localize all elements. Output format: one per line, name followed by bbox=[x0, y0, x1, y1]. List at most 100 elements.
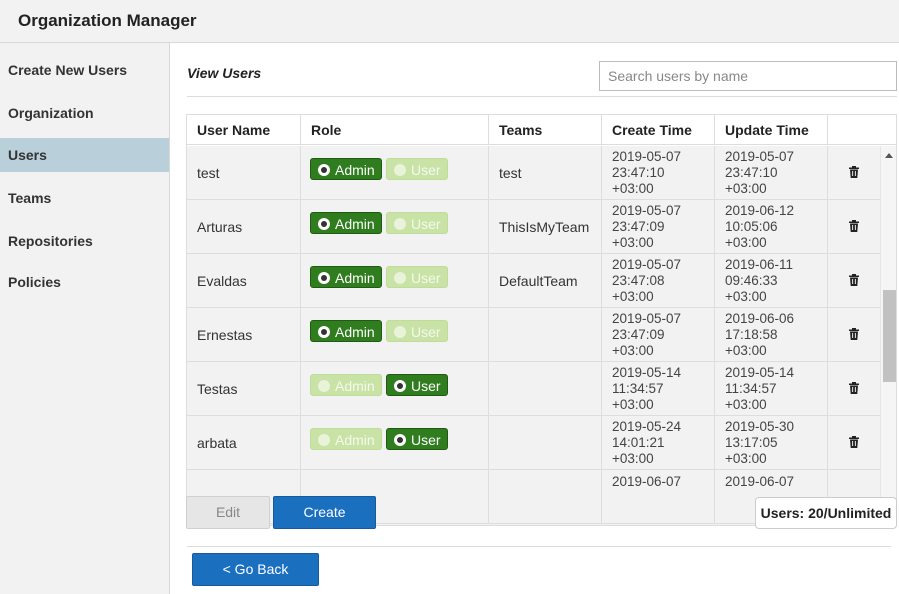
sidebar-item-users[interactable]: Users bbox=[0, 138, 169, 172]
create-time-cell: 2019-05-07 23:47:10 +03:00 bbox=[602, 146, 715, 200]
role-cell: Admin User bbox=[301, 146, 489, 200]
table-row[interactable]: arbata Admin User 2019-05-24 14:01:21 +03:00 2… bbox=[187, 416, 880, 470]
create-time-line: 2019-05-07 bbox=[612, 257, 682, 272]
divider bbox=[187, 96, 897, 97]
create-time-line: 2019-05-24 bbox=[612, 419, 682, 434]
toggle-label: User bbox=[411, 432, 441, 448]
user-name-cell: Testas bbox=[187, 362, 301, 416]
app-title: Organization Manager bbox=[18, 11, 197, 30]
toggle-label: User bbox=[411, 216, 441, 232]
toggle-label: User bbox=[411, 378, 441, 394]
sidebar-item-organization[interactable]: Organization bbox=[0, 96, 169, 130]
toggle-label: Admin bbox=[335, 432, 375, 448]
column-header-role[interactable]: Role bbox=[301, 115, 489, 145]
sidebar-item-teams[interactable]: Teams bbox=[0, 181, 169, 215]
user-name-cell: arbata bbox=[187, 416, 301, 470]
trash-icon[interactable] bbox=[849, 382, 859, 394]
update-time-line: 2019-06-11 bbox=[725, 257, 794, 272]
create-time-line: +03:00 bbox=[612, 289, 654, 304]
update-time-cell: 2019-05-14 11:34:57 +03:00 bbox=[715, 362, 828, 416]
update-time-cell: 2019-06-06 17:18:58 +03:00 bbox=[715, 308, 828, 362]
update-time-line: +03:00 bbox=[725, 235, 767, 250]
role-cell: Admin User bbox=[301, 362, 489, 416]
create-button[interactable]: Create bbox=[273, 496, 376, 529]
create-time-line: 2019-06-07 bbox=[612, 474, 682, 489]
column-header-teams[interactable]: Teams bbox=[489, 115, 602, 145]
update-time-cell: 2019-05-07 23:47:10 +03:00 bbox=[715, 146, 828, 200]
role-cell: Admin User bbox=[301, 200, 489, 254]
sidebar-item-create-new-users[interactable]: Create New Users bbox=[0, 53, 169, 87]
trash-icon[interactable] bbox=[849, 166, 859, 178]
column-header-user-name[interactable]: User Name bbox=[187, 115, 301, 145]
toggle-label: Admin bbox=[335, 162, 375, 178]
table-row[interactable]: test Admin User test 2019-05-07 23:47:10 +03:0… bbox=[187, 146, 880, 200]
main-panel: View Users User Name Role Teams Create T… bbox=[171, 43, 899, 594]
role-admin-toggle[interactable]: Admin bbox=[310, 374, 382, 396]
column-header-create-time[interactable]: Create Time bbox=[602, 115, 715, 145]
role-user-toggle[interactable]: User bbox=[386, 212, 448, 234]
radio-icon bbox=[394, 434, 406, 446]
role-admin-toggle[interactable]: Admin bbox=[310, 158, 382, 180]
radio-icon bbox=[394, 326, 406, 338]
table-row[interactable]: Testas Admin User 2019-05-14 11:34:57 +03:00 2… bbox=[187, 362, 880, 416]
create-time-cell: 2019-05-07 23:47:09 +03:00 bbox=[602, 308, 715, 362]
update-time-line: 23:47:10 bbox=[725, 165, 778, 180]
sidebar-item-policies[interactable]: Policies bbox=[0, 265, 169, 299]
update-time-line: +03:00 bbox=[725, 289, 767, 304]
radio-icon bbox=[318, 434, 330, 446]
role-admin-toggle[interactable]: Admin bbox=[310, 266, 382, 288]
trash-icon[interactable] bbox=[849, 328, 859, 340]
search-input[interactable] bbox=[599, 61, 897, 91]
scrollbar-thumb[interactable] bbox=[883, 290, 896, 382]
edit-button[interactable]: Edit bbox=[186, 496, 270, 529]
radio-icon bbox=[318, 164, 330, 176]
radio-icon bbox=[318, 326, 330, 338]
update-time-line: 10:05:06 bbox=[725, 219, 778, 234]
teams-cell: test bbox=[489, 146, 602, 200]
radio-icon bbox=[394, 272, 406, 284]
table-row[interactable]: Evaldas Admin User DefaultTeam 2019-05-07 23:… bbox=[187, 254, 880, 308]
role-user-toggle[interactable]: User bbox=[386, 266, 448, 288]
role-admin-toggle[interactable]: Admin bbox=[310, 212, 382, 234]
trash-icon[interactable] bbox=[849, 274, 859, 286]
go-back-button[interactable]: < Go Back bbox=[192, 553, 319, 586]
teams-cell bbox=[489, 362, 602, 416]
table-row[interactable]: Ernestas Admin User 2019-05-07 23:47:09 +03:0… bbox=[187, 308, 880, 362]
user-name-cell: test bbox=[187, 146, 301, 200]
role-admin-toggle[interactable]: Admin bbox=[310, 320, 382, 342]
sidebar-item-repositories[interactable]: Repositories bbox=[0, 224, 169, 258]
update-time-cell: 2019-05-30 13:17:05 +03:00 bbox=[715, 416, 828, 470]
trash-icon[interactable] bbox=[849, 220, 859, 232]
create-time-line: 11:34:57 bbox=[612, 381, 664, 396]
create-time-line: +03:00 bbox=[612, 235, 654, 250]
toggle-label: Admin bbox=[335, 324, 375, 340]
table-row[interactable]: Arturas Admin User ThisIsMyTeam 2019-05-07 23… bbox=[187, 200, 880, 254]
toggle-label: User bbox=[411, 270, 441, 286]
user-name-cell: Arturas bbox=[187, 200, 301, 254]
toggle-label: Admin bbox=[335, 270, 375, 286]
role-user-toggle[interactable]: User bbox=[386, 428, 448, 450]
role-user-toggle[interactable]: User bbox=[386, 158, 448, 180]
radio-icon bbox=[394, 380, 406, 392]
create-time-cell: 2019-05-14 11:34:57 +03:00 bbox=[602, 362, 715, 416]
table-scrollbar[interactable] bbox=[880, 146, 896, 525]
update-time-line: +03:00 bbox=[725, 343, 767, 358]
trash-icon[interactable] bbox=[849, 436, 859, 448]
role-cell: Admin User bbox=[301, 416, 489, 470]
role-admin-toggle[interactable]: Admin bbox=[310, 428, 382, 450]
create-time-line: +03:00 bbox=[612, 451, 654, 466]
user-name-cell: Ernestas bbox=[187, 308, 301, 362]
scroll-up-icon[interactable] bbox=[885, 153, 893, 158]
update-time-line: 2019-05-07 bbox=[725, 149, 795, 164]
create-time-line: +03:00 bbox=[612, 343, 654, 358]
role-user-toggle[interactable]: User bbox=[386, 374, 448, 396]
radio-icon bbox=[318, 272, 330, 284]
create-time-cell: 2019-05-07 23:47:08 +03:00 bbox=[602, 254, 715, 308]
view-title: View Users bbox=[187, 65, 262, 81]
users-count-badge: Users: 20/Unlimited bbox=[755, 497, 897, 529]
role-cell: Admin User bbox=[301, 254, 489, 308]
column-header-update-time[interactable]: Update Time bbox=[715, 115, 828, 145]
create-time-line: 14:01:21 bbox=[612, 435, 665, 450]
role-user-toggle[interactable]: User bbox=[386, 320, 448, 342]
users-table: User Name Role Teams Create Time Update … bbox=[186, 114, 897, 526]
